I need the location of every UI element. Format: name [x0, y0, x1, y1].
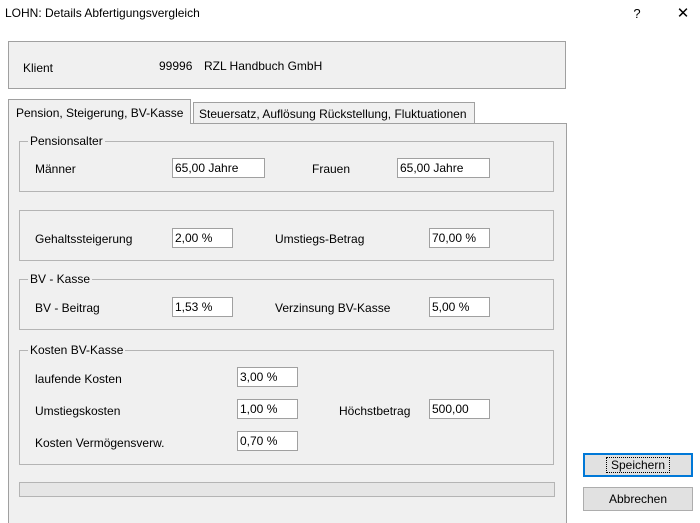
laufende-kosten-field[interactable]: 3,00 % — [237, 367, 298, 387]
gehaltssteigerung-label: Gehaltssteigerung — [35, 232, 133, 246]
bv-beitrag-label: BV - Beitrag — [35, 301, 100, 315]
gehaltssteigerung-field[interactable]: 2,00 % — [172, 228, 233, 248]
group-pensionsalter: Pensionsalter Männer 65,00 Jahre Frauen … — [19, 134, 554, 192]
umstiegskosten-field[interactable]: 1,00 % — [237, 399, 298, 419]
help-button[interactable]: ? — [614, 0, 660, 28]
kosten-vermoegensverw-label: Kosten Vermögensverw. — [35, 436, 165, 450]
client-panel: Klient 99996 RZL Handbuch GmbH — [8, 41, 566, 89]
window-title: LOHN: Details Abfertigungsvergleich — [5, 6, 200, 20]
frauen-field[interactable]: 65,00 Jahre — [397, 158, 490, 178]
group-bvkasse: BV - Kasse BV - Beitrag 1,53 % Verzinsun… — [19, 272, 554, 330]
group-kosten-legend: Kosten BV-Kasse — [28, 343, 126, 357]
umstiegs-betrag-label: Umstiegs-Betrag — [275, 232, 365, 246]
progress-bar — [19, 482, 555, 497]
maenner-label: Männer — [35, 162, 76, 176]
client-label: Klient — [23, 61, 54, 75]
verzinsung-bvkasse-label: Verzinsung BV-Kasse — [275, 301, 391, 315]
group-pensionsalter-legend: Pensionsalter — [28, 134, 105, 148]
group-bvkasse-legend: BV - Kasse — [28, 272, 93, 286]
client-number: 99996 — [159, 59, 193, 73]
hoechstbetrag-field[interactable]: 500,00 — [429, 399, 490, 419]
group-steigerung: Gehaltssteigerung 2,00 % Umstiegs-Betrag… — [19, 210, 554, 261]
bv-beitrag-field[interactable]: 1,53 % — [172, 297, 233, 317]
group-kosten-bvkasse: Kosten BV-Kasse laufende Kosten 3,00 % U… — [19, 343, 554, 465]
umstiegskosten-label: Umstiegskosten — [35, 404, 121, 418]
tab-panel: Pensionsalter Männer 65,00 Jahre Frauen … — [8, 123, 567, 523]
save-button-label: Speichern — [605, 457, 671, 473]
tab-pension-steigerung-bvkasse[interactable]: Pension, Steigerung, BV-Kasse — [8, 99, 191, 124]
maenner-field[interactable]: 65,00 Jahre — [172, 158, 265, 178]
close-icon[interactable]: ✕ — [660, 0, 700, 28]
tab-steuersatz-fluktuationen[interactable]: Steuersatz, Auflösung Rückstellung, Fluk… — [193, 102, 475, 124]
verzinsung-bvkasse-field[interactable]: 5,00 % — [429, 297, 490, 317]
save-button[interactable]: Speichern — [583, 453, 693, 477]
frauen-label: Frauen — [312, 162, 351, 176]
kosten-vermoegensverw-field[interactable]: 0,70 % — [237, 431, 298, 451]
title-bar: LOHN: Details Abfertigungsvergleich ? ✕ — [0, 0, 700, 28]
cancel-button[interactable]: Abbrechen — [583, 487, 693, 511]
umstiegs-betrag-field[interactable]: 70,00 % — [429, 228, 490, 248]
laufende-kosten-label: laufende Kosten — [35, 372, 122, 386]
hoechstbetrag-label: Höchstbetrag — [339, 404, 411, 418]
client-name: RZL Handbuch GmbH — [204, 59, 323, 73]
